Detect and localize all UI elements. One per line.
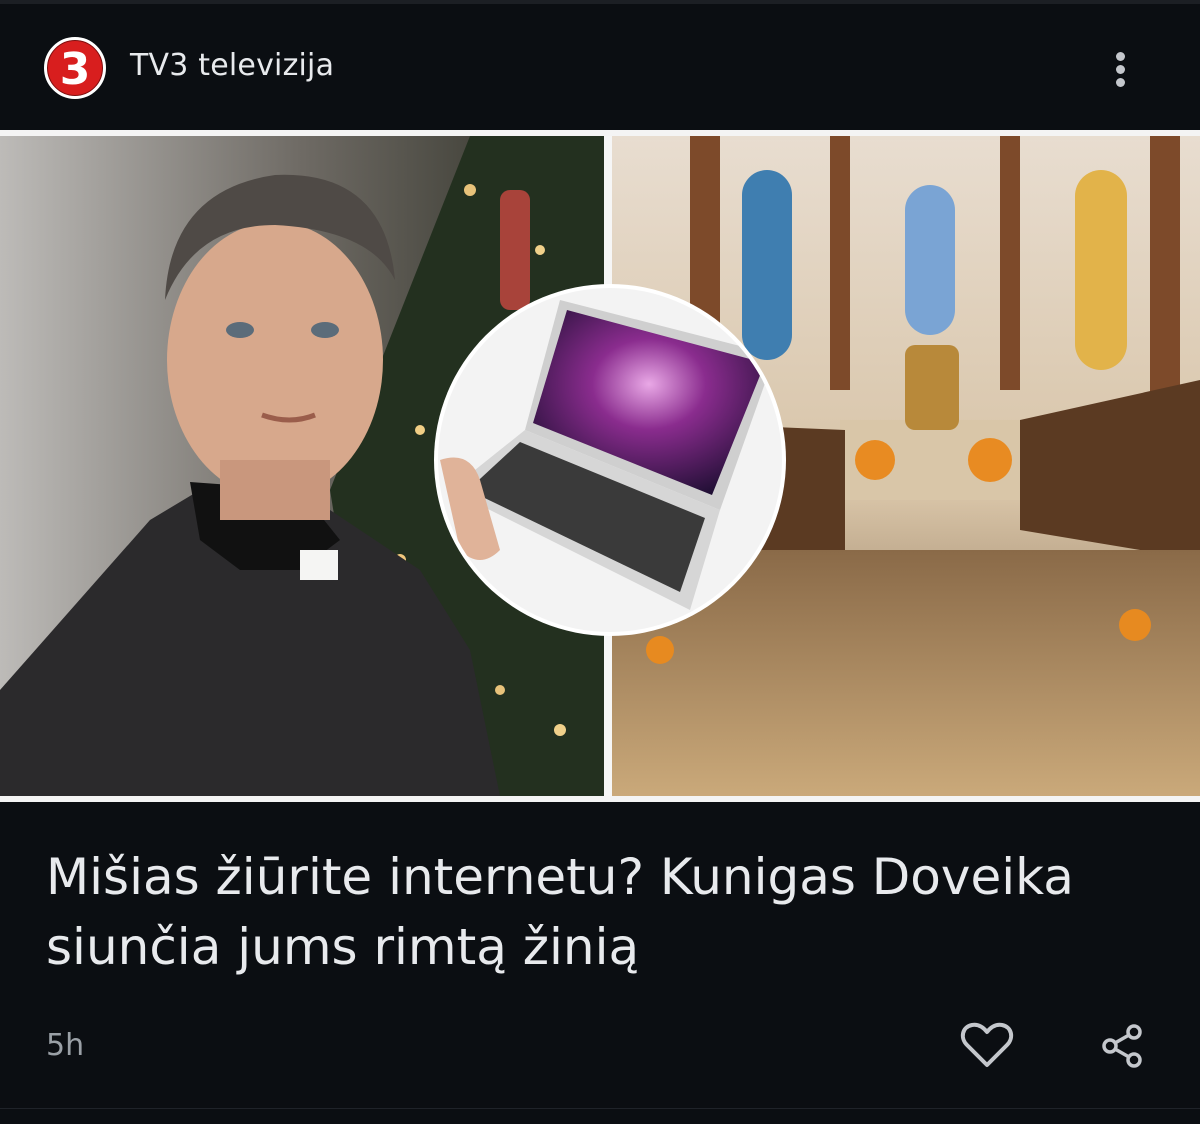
more-vert-icon bbox=[1116, 52, 1125, 61]
source-name[interactable]: TV3 televizija bbox=[130, 48, 334, 83]
news-card[interactable]: 3 TV3 televizija Mišias žiūrite internet… bbox=[0, 0, 1200, 1124]
more-options-button[interactable] bbox=[1100, 44, 1142, 94]
like-button[interactable] bbox=[958, 1018, 1016, 1074]
heart-icon bbox=[960, 1022, 1014, 1067]
logo-glyph: 3 bbox=[60, 44, 91, 95]
bottom-divider bbox=[0, 1108, 1200, 1124]
tv3-logo[interactable]: 3 bbox=[44, 37, 106, 99]
article-timestamp: 5h bbox=[46, 1028, 85, 1063]
card-header: 3 TV3 televizija bbox=[0, 4, 1200, 128]
article-image[interactable] bbox=[0, 130, 1200, 802]
share-icon bbox=[1102, 1024, 1142, 1068]
share-button[interactable] bbox=[1096, 1018, 1148, 1074]
more-vert-icon-dot bbox=[1116, 65, 1125, 74]
more-vert-icon-dot bbox=[1116, 78, 1125, 87]
article-headline[interactable]: Mišias žiūrite internetu? Kunigas Doveik… bbox=[46, 842, 1156, 982]
